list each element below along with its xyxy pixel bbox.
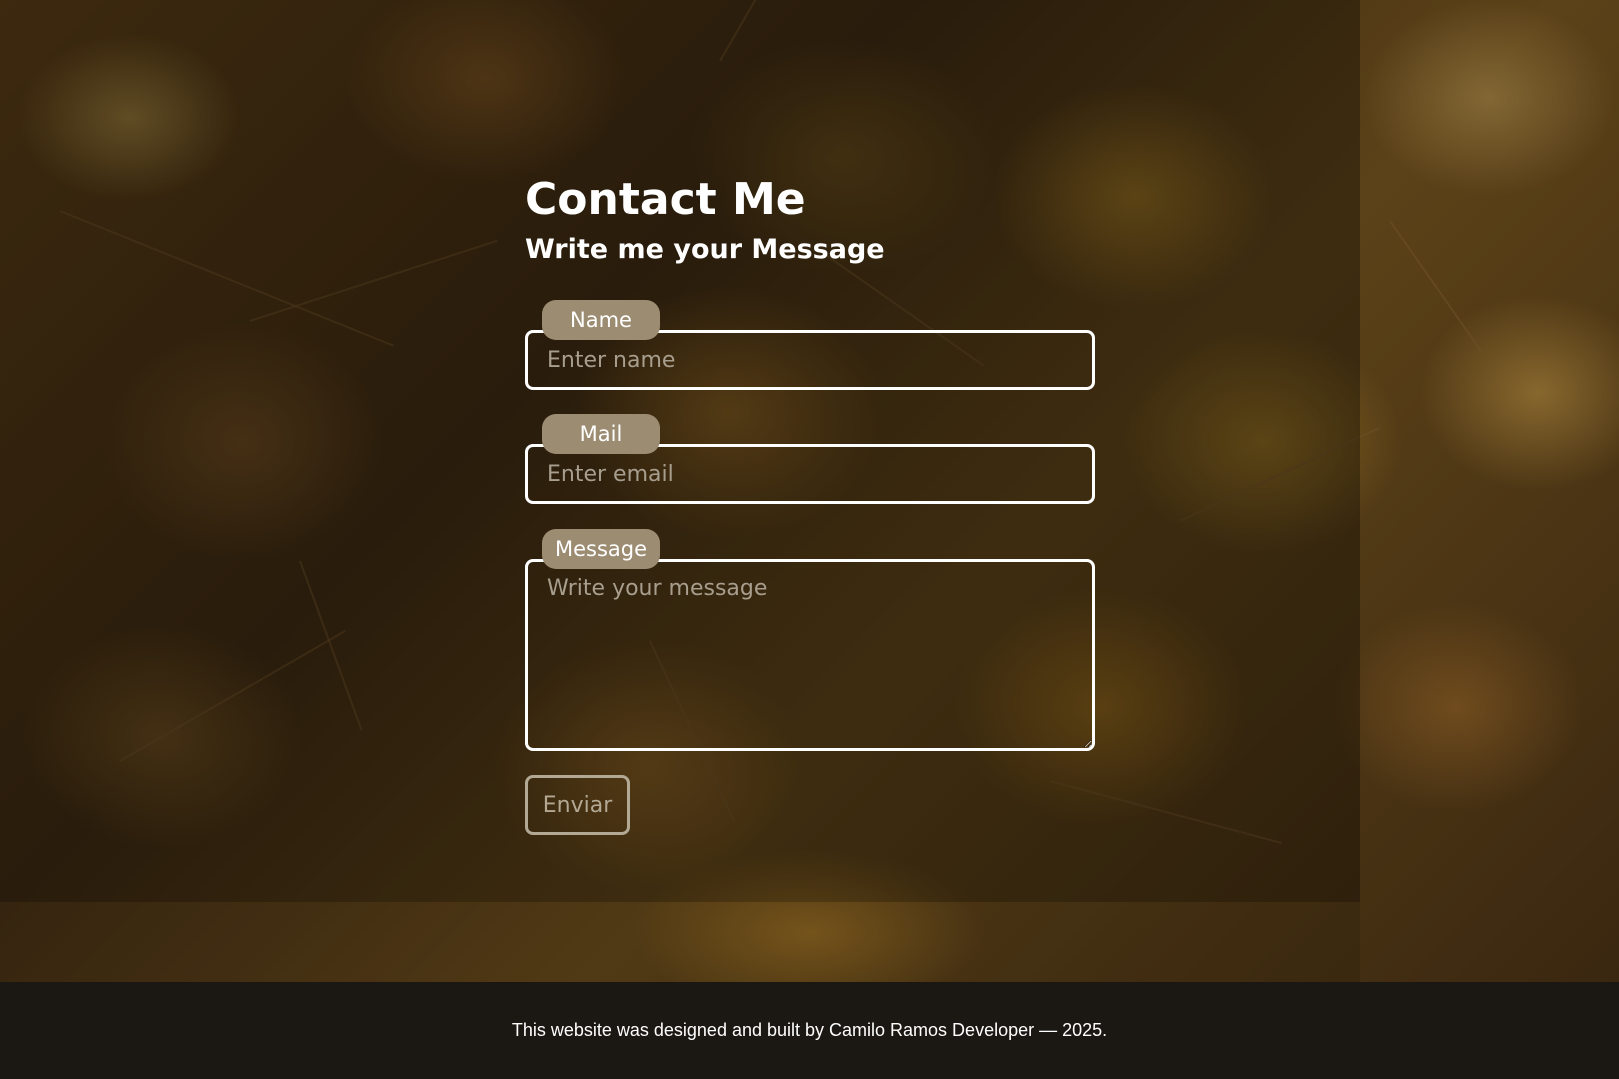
message-textarea[interactable] [525,559,1095,751]
footer: This website was designed and built by C… [0,982,1619,1079]
page-subtitle: Write me your Message [525,234,885,265]
submit-button[interactable]: Enviar [525,775,630,835]
footer-credit: This website was designed and built by C… [511,1020,1108,1040]
message-label: Message [542,529,660,569]
contact-section: Contact Me Write me your Message Name Ma… [525,168,1095,835]
name-label: Name [542,300,660,340]
page-title: Contact Me [525,174,806,225]
mail-label: Mail [542,414,660,454]
